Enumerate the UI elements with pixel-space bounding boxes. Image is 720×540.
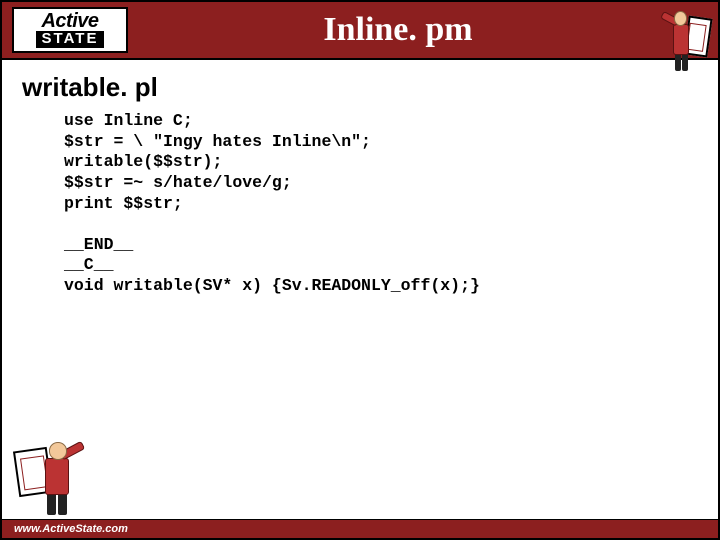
footer-bar: www.ActiveState.com [2, 519, 718, 538]
painter-figure-icon [652, 4, 712, 74]
slide-subtitle: writable. pl [22, 72, 718, 103]
painter-figure-icon [12, 434, 100, 518]
footer-url: www.ActiveState.com [14, 523, 128, 535]
code-listing: use Inline C; $str = \ "Ingy hates Inlin… [64, 111, 718, 297]
slide: Active STATE Inline. pm writable. pl use… [0, 0, 720, 540]
header-bar: Active STATE Inline. pm [2, 2, 718, 60]
slide-title: Inline. pm [88, 11, 708, 49]
